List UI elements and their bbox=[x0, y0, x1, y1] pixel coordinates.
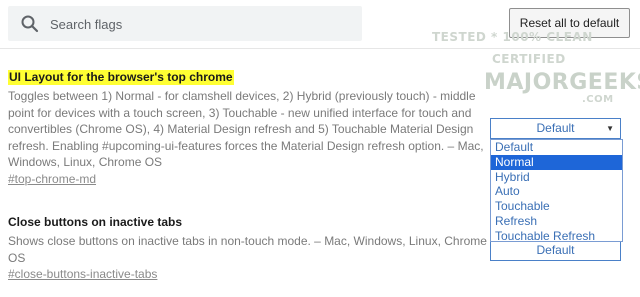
flag-title-close-buttons: Close buttons on inactive tabs bbox=[8, 215, 183, 229]
dropdown-option-default[interactable]: Default bbox=[491, 140, 622, 155]
watermark-line2: CERTIFIED bbox=[492, 52, 566, 66]
dropdown-option-refresh[interactable]: Refresh bbox=[491, 214, 622, 229]
select-value: Default bbox=[536, 121, 575, 135]
flag-description-top-chrome: Toggles between 1) Normal - for clamshel… bbox=[8, 88, 484, 171]
description-line: refresh. Enabling #upcoming-ui-features … bbox=[8, 138, 484, 153]
description-line: Shows close buttons on inactive tabs in … bbox=[8, 234, 487, 248]
dropdown-option-auto[interactable]: Auto bbox=[491, 184, 622, 199]
select-top-chrome[interactable]: Default ▼ bbox=[490, 118, 621, 139]
dropdown-option-touchable[interactable]: Touchable bbox=[491, 199, 622, 214]
description-line: Windows, Linux, Chrome OS bbox=[8, 155, 163, 169]
select-value: Default bbox=[536, 243, 575, 257]
dropdown-option-touchable-refresh[interactable]: Touchable Refresh bbox=[491, 229, 622, 244]
description-line: point for devices with a touch screen, 3… bbox=[8, 105, 472, 120]
flag-description-close-buttons: Shows close buttons on inactive tabs in … bbox=[8, 233, 487, 266]
description-line: Toggles between 1) Normal - for clamshel… bbox=[8, 89, 476, 103]
search-icon bbox=[21, 15, 39, 33]
description-line: OS bbox=[8, 250, 26, 265]
flag-link-close-buttons[interactable]: #close-buttons-inactive-tabs bbox=[8, 267, 157, 282]
chevron-down-icon: ▼ bbox=[606, 124, 614, 133]
flag-title-top-chrome: UI Layout for the browser's top chrome bbox=[8, 70, 234, 85]
flag-link-top-chrome[interactable]: #top-chrome-md bbox=[8, 172, 96, 187]
description-line: convertibles (Chrome OS), 4) Material De… bbox=[8, 122, 474, 136]
search-input[interactable] bbox=[48, 12, 352, 36]
dropdown-option-hybrid[interactable]: Hybrid bbox=[491, 170, 622, 185]
dropdown-list-top-chrome[interactable]: Default Normal Hybrid Auto Touchable Ref… bbox=[490, 139, 623, 244]
search-box[interactable] bbox=[8, 6, 362, 41]
reset-all-button[interactable]: Reset all to default bbox=[509, 8, 630, 38]
watermark-line4: .COM bbox=[582, 94, 614, 105]
dropdown-option-normal[interactable]: Normal bbox=[491, 154, 622, 170]
header-divider bbox=[0, 48, 640, 49]
watermark-line3: MAJORGEEKS bbox=[484, 70, 640, 95]
